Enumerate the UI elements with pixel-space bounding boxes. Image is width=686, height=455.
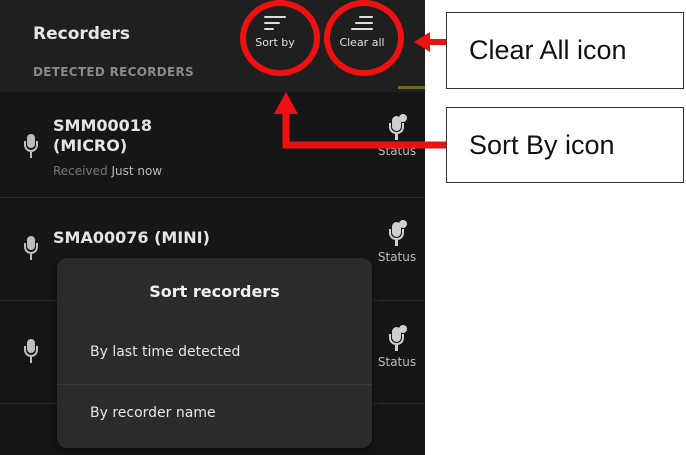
sort-by-name-option[interactable]: By recorder name xyxy=(57,385,372,445)
received-label: Received xyxy=(53,164,108,178)
status-button[interactable]: Status xyxy=(371,325,423,369)
status-label: Status xyxy=(377,355,417,369)
recorder-received: Received Just now xyxy=(53,164,162,178)
status-microphone-icon xyxy=(387,114,407,140)
recorders-screen: Recorders DETECTED RECORDERS Sort by Cle… xyxy=(0,0,425,455)
recorder-name: SMM00018 xyxy=(53,116,153,135)
status-label: Status xyxy=(377,250,417,264)
status-button[interactable]: Status xyxy=(371,114,423,158)
list-item[interactable]: SMM00018 (MICRO) Received Just now Statu… xyxy=(0,92,425,198)
section-label: DETECTED RECORDERS xyxy=(33,65,194,79)
microphone-icon xyxy=(24,339,38,365)
microphone-icon xyxy=(24,134,38,160)
status-microphone-icon xyxy=(387,220,407,246)
callout-text: Clear All icon xyxy=(469,35,627,65)
recorder-name-line2: (MICRO) xyxy=(53,136,128,155)
page-title: Recorders xyxy=(33,24,130,44)
microphone-icon xyxy=(24,236,38,262)
callout-text: Sort By icon xyxy=(469,129,615,160)
clear-all-callout: Clear All icon xyxy=(446,12,684,89)
status-microphone-icon xyxy=(387,325,407,351)
sort-by-callout: Sort By icon xyxy=(446,107,684,183)
received-time: Just now xyxy=(111,164,163,178)
recorder-name: SMA00076 (MINI) xyxy=(53,228,210,247)
sort-by-last-detected-option[interactable]: By last time detected xyxy=(57,324,372,385)
option-label: By last time detected xyxy=(90,344,241,360)
status-button[interactable]: Status xyxy=(371,220,423,264)
tab-indicator xyxy=(398,86,425,89)
sort-recorders-dialog: Sort recorders By last time detected By … xyxy=(57,258,372,448)
dialog-title: Sort recorders xyxy=(149,282,280,301)
sort-highlight-ring xyxy=(240,0,320,76)
clear-highlight-ring xyxy=(324,0,404,76)
status-label: Status xyxy=(377,144,417,158)
option-label: By recorder name xyxy=(90,405,216,421)
